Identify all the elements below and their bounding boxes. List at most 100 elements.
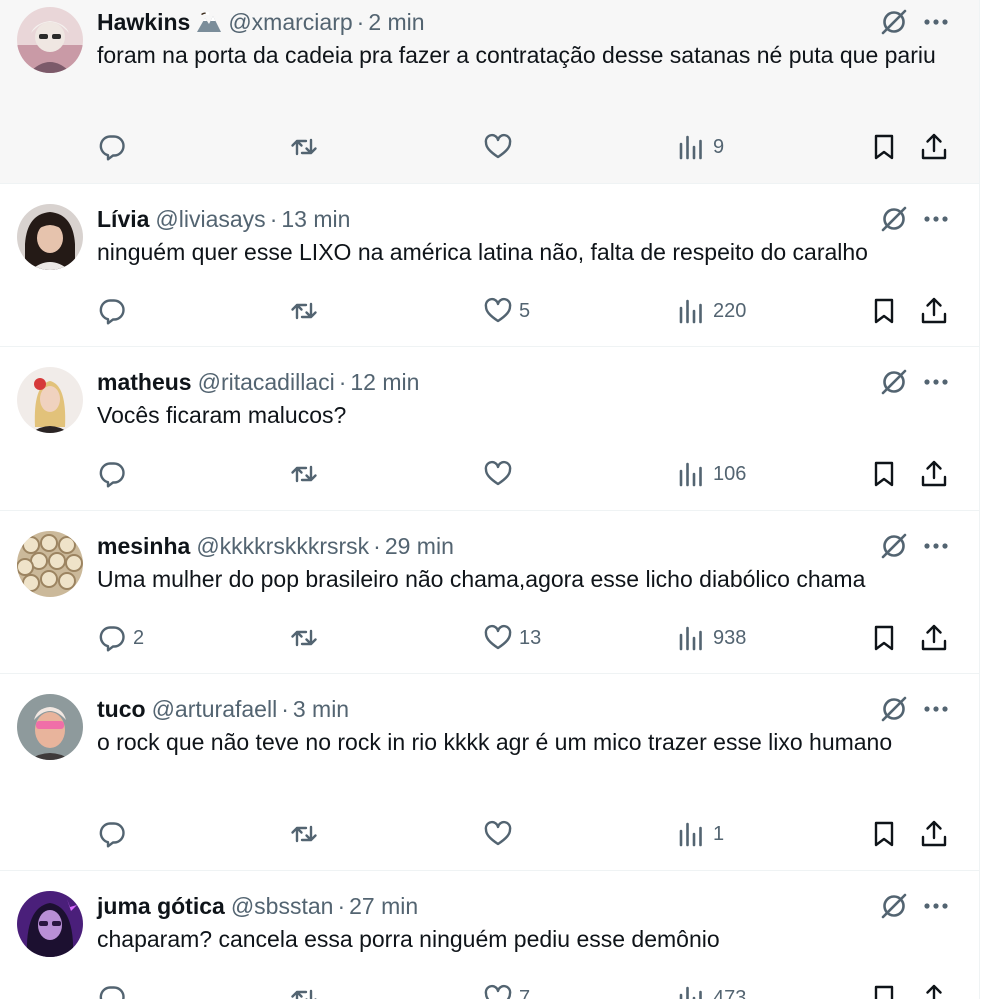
more-icon[interactable]	[909, 891, 949, 921]
grok-icon[interactable]	[879, 204, 909, 234]
author-handle[interactable]: @liviasays	[155, 206, 265, 232]
avatar[interactable]	[17, 367, 83, 433]
author-name[interactable]: Lívia	[97, 206, 149, 232]
avatar[interactable]	[17, 531, 83, 597]
grok-icon[interactable]	[879, 694, 909, 724]
author-name[interactable]: juma gótica	[97, 893, 225, 919]
retweet-button[interactable]	[289, 130, 325, 164]
share-icon	[919, 623, 949, 653]
bookmark-icon	[869, 132, 899, 162]
tweet[interactable]: Lívia @liviasays · 13 min ninguém quer esse…	[0, 184, 979, 347]
more-icon[interactable]	[909, 204, 949, 234]
share-button[interactable]	[919, 457, 949, 491]
like-button[interactable]: 13	[483, 621, 541, 655]
reply-button[interactable]	[97, 130, 133, 164]
bookmark-icon	[869, 819, 899, 849]
retweet-button[interactable]	[289, 457, 325, 491]
more-icon[interactable]	[909, 367, 949, 397]
views-button[interactable]: 473	[677, 981, 746, 999]
author-handle[interactable]: @sbsstan	[231, 893, 334, 919]
share-icon	[919, 819, 949, 849]
timestamp[interactable]: 2 min	[368, 9, 424, 35]
bookmark-button[interactable]	[869, 130, 899, 164]
separator-dot: ·	[281, 696, 289, 722]
timestamp[interactable]: 3 min	[293, 696, 349, 722]
share-button[interactable]	[919, 981, 949, 999]
timestamp[interactable]: 12 min	[350, 369, 419, 395]
reply-button[interactable]	[97, 457, 133, 491]
share-button[interactable]	[919, 817, 949, 851]
retweet-button[interactable]	[289, 817, 325, 851]
heart-icon	[483, 623, 513, 653]
timestamp[interactable]: 13 min	[281, 206, 350, 232]
like-button[interactable]: 7	[483, 981, 530, 999]
author-name[interactable]: tuco	[97, 696, 146, 722]
bookmark-button[interactable]	[869, 457, 899, 491]
like-button[interactable]: 5	[483, 294, 530, 328]
reply-timeline: Hawkins @xmarciarp · 2 min foram na porta d…	[0, 0, 980, 999]
more-icon[interactable]	[909, 531, 949, 561]
grok-icon[interactable]	[879, 891, 909, 921]
author-handle[interactable]: @arturafaell	[152, 696, 278, 722]
heart-icon	[483, 983, 513, 999]
share-button[interactable]	[919, 294, 949, 328]
more-icon[interactable]	[909, 694, 949, 724]
retweet-button[interactable]	[289, 294, 325, 328]
reply-icon	[97, 623, 127, 653]
like-button[interactable]	[483, 130, 519, 164]
like-button[interactable]	[483, 817, 519, 851]
timestamp[interactable]: 29 min	[385, 533, 454, 559]
reply-button[interactable]	[97, 817, 133, 851]
tweet[interactable]: Hawkins @xmarciarp · 2 min foram na porta d…	[0, 0, 979, 184]
reply-count: 2	[133, 626, 145, 649]
share-icon	[919, 132, 949, 162]
bookmark-icon	[869, 983, 899, 999]
grok-icon[interactable]	[879, 367, 909, 397]
views-count: 473	[713, 986, 747, 999]
views-button[interactable]: 220	[677, 294, 746, 328]
like-count: 13	[519, 626, 542, 649]
reply-button[interactable]: 2	[97, 621, 144, 655]
bookmark-button[interactable]	[869, 817, 899, 851]
retweet-button[interactable]	[289, 981, 325, 999]
avatar[interactable]	[17, 694, 83, 760]
views-button[interactable]: 106	[677, 457, 746, 491]
separator-dot: ·	[373, 533, 381, 559]
tweet[interactable]: tuco @arturafaell · 3 min o rock que não te…	[0, 674, 979, 871]
author-name[interactable]: Hawkins	[97, 9, 190, 35]
author-name[interactable]: matheus	[97, 369, 192, 395]
tweet-text: o rock que não teve no rock in rio kkkk …	[97, 729, 893, 755]
views-button[interactable]: 938	[677, 621, 746, 655]
retweet-icon	[289, 132, 319, 162]
bookmark-button[interactable]	[869, 294, 899, 328]
retweet-button[interactable]	[289, 621, 325, 655]
grok-icon[interactable]	[879, 7, 909, 37]
author-handle[interactable]: @xmarciarp	[228, 9, 352, 35]
reply-button[interactable]	[97, 294, 133, 328]
grok-icon[interactable]	[879, 531, 909, 561]
reply-button[interactable]	[97, 981, 133, 999]
avatar[interactable]	[17, 204, 83, 270]
views-button[interactable]: 9	[677, 130, 724, 164]
share-button[interactable]	[919, 621, 949, 655]
more-icon[interactable]	[909, 7, 949, 37]
share-button[interactable]	[919, 130, 949, 164]
views-button[interactable]: 1	[677, 817, 724, 851]
bookmark-button[interactable]	[869, 621, 899, 655]
author-name[interactable]: mesinha	[97, 533, 190, 559]
avatar[interactable]	[17, 7, 83, 73]
timestamp[interactable]: 27 min	[349, 893, 418, 919]
separator-dot: ·	[356, 9, 365, 35]
author-handle[interactable]: @kkkkrskkkrsrsk	[196, 533, 369, 559]
separator-dot: ·	[337, 893, 346, 919]
tweet[interactable]: mesinha @kkkkrskkkrsrsk · 29 min Uma mulher…	[0, 511, 979, 674]
avatar[interactable]	[17, 891, 83, 957]
heart-icon	[483, 296, 513, 326]
tweet[interactable]: matheus @ritacadillaci · 12 min Vocês ficar…	[0, 347, 979, 511]
tweet[interactable]: juma gótica @sbsstan · 27 min chaparam? can…	[0, 871, 979, 999]
views-count: 938	[713, 626, 747, 649]
retweet-icon	[289, 983, 319, 999]
bookmark-button[interactable]	[869, 981, 899, 999]
like-button[interactable]	[483, 457, 519, 491]
author-handle[interactable]: @ritacadillaci	[198, 369, 335, 395]
